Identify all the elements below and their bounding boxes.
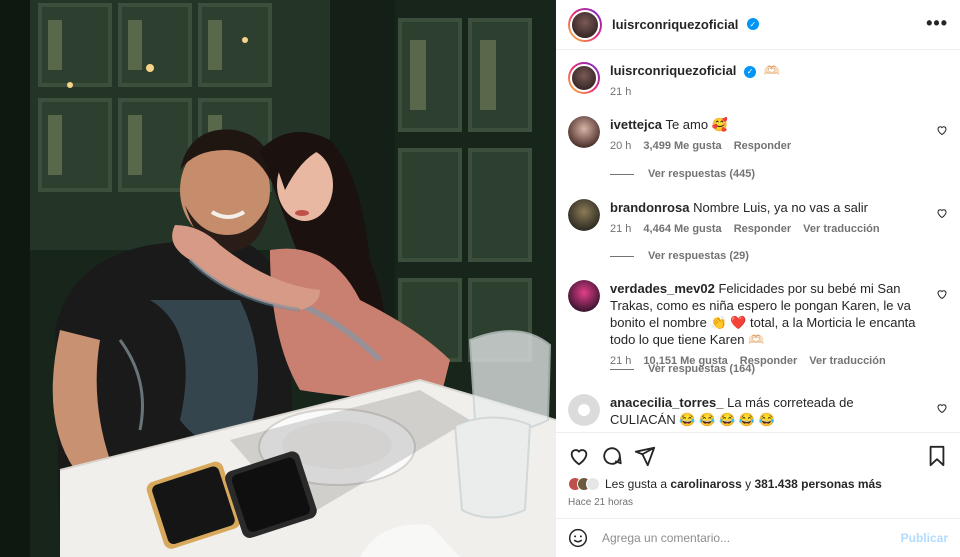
translate-button[interactable]: Ver traducción — [803, 221, 879, 238]
bookmark-icon[interactable] — [926, 445, 948, 467]
more-horizontal-icon[interactable]: ••• — [926, 13, 948, 34]
post-button[interactable]: Publicar — [901, 531, 948, 545]
caption-username[interactable]: luisrconriquezoficial — [610, 63, 736, 78]
likes-middle: y — [741, 477, 755, 491]
commenter-avatar[interactable] — [568, 116, 600, 148]
replies-divider — [610, 173, 634, 175]
author-name-wrap: luisrconriquezoficial ✓ — [612, 16, 759, 34]
view-replies-button[interactable]: Ver respuestas (445) — [610, 168, 755, 180]
comment-heart-icon[interactable] — [936, 288, 948, 300]
commenter-username[interactable]: ivettejca — [610, 117, 662, 132]
commenter-avatar[interactable] — [568, 199, 600, 231]
comment-row: brandonrosa Nombre Luis, ya no vas a sal… — [568, 199, 948, 238]
likes-prefix: Les gusta a — [605, 477, 671, 491]
add-comment-bar: Agrega un comentario... Publicar — [556, 518, 960, 557]
view-replies-button[interactable]: Ver respuestas (164) — [610, 363, 755, 375]
post-timestamp[interactable]: Hace 21 horas — [568, 497, 633, 508]
caption-row: luisrconriquezoficial ✓ 🫶🏻 21 h — [568, 62, 948, 101]
share-icon[interactable] — [634, 445, 656, 467]
caption-time: 21 h — [610, 86, 632, 98]
commenter-avatar[interactable] — [568, 280, 600, 312]
comment-text: Te amo 🥰 — [665, 117, 728, 132]
comments-list[interactable]: luisrconriquezoficial ✓ 🫶🏻 21 h ivettejc… — [556, 50, 960, 432]
verified-badge-icon: ✓ — [744, 65, 757, 78]
reply-button[interactable]: Responder — [734, 221, 791, 238]
comment-likes[interactable]: 4,464 Me gusta — [643, 221, 721, 238]
comment-icon[interactable] — [601, 445, 623, 467]
post-actions-bar — [556, 432, 960, 476]
caption-avatar[interactable] — [568, 62, 600, 94]
likes-count[interactable]: 381.438 personas más — [754, 477, 881, 491]
comment-row: verdades_mev02 Felicidades por su bebé m… — [568, 280, 948, 370]
commenter-avatar[interactable] — [568, 394, 600, 426]
comment-row: anacecilia_torres_ La más correteada de … — [568, 394, 948, 428]
commenter-username[interactable]: anacecilia_torres_ — [610, 395, 723, 410]
liker-avatar[interactable] — [586, 477, 600, 491]
post-photo[interactable] — [0, 0, 556, 557]
reply-button[interactable]: Responder — [734, 138, 791, 155]
comment-row: ivettejca Te amo 🥰 20 h 3,499 Me gusta R… — [568, 116, 948, 155]
comment-text: Nombre Luis, ya no vas a salir — [693, 200, 868, 215]
comment-time: 21 h — [610, 223, 632, 235]
emoji-icon[interactable] — [568, 528, 588, 548]
comment-heart-icon[interactable] — [936, 207, 948, 219]
verified-badge-icon: ✓ — [746, 18, 759, 31]
replies-divider — [610, 255, 634, 257]
author-username[interactable]: luisrconriquezoficial — [612, 17, 738, 32]
view-replies-label[interactable]: Ver respuestas (164) — [648, 363, 755, 375]
comment-heart-icon[interactable] — [936, 124, 948, 136]
view-replies-label[interactable]: Ver respuestas (29) — [648, 250, 749, 262]
post-side-panel: luisrconriquezoficial ✓ ••• luisrconriqu… — [556, 0, 960, 557]
caption-text: 🫶🏻 — [763, 63, 780, 78]
author-avatar[interactable] — [568, 7, 602, 42]
post-image — [0, 0, 556, 557]
comment-likes[interactable]: 3,499 Me gusta — [643, 138, 721, 155]
heart-icon[interactable] — [568, 445, 590, 467]
replies-divider — [610, 368, 634, 370]
likes-summary: Les gusta a carolinaross y 381.438 perso… — [568, 477, 882, 491]
view-replies-button[interactable]: Ver respuestas (29) — [610, 250, 749, 262]
commenter-username[interactable]: verdades_mev02 — [610, 281, 715, 296]
comment-time: 20 h — [610, 140, 632, 152]
post-header: luisrconriquezoficial ✓ ••• — [556, 0, 960, 50]
translate-button[interactable]: Ver traducción — [809, 353, 885, 370]
liker-username[interactable]: carolinaross — [670, 477, 741, 491]
view-replies-label[interactable]: Ver respuestas (445) — [648, 168, 755, 180]
comment-input[interactable]: Agrega un comentario... — [602, 531, 901, 545]
commenter-username[interactable]: brandonrosa — [610, 200, 689, 215]
comment-heart-icon[interactable] — [936, 402, 948, 414]
